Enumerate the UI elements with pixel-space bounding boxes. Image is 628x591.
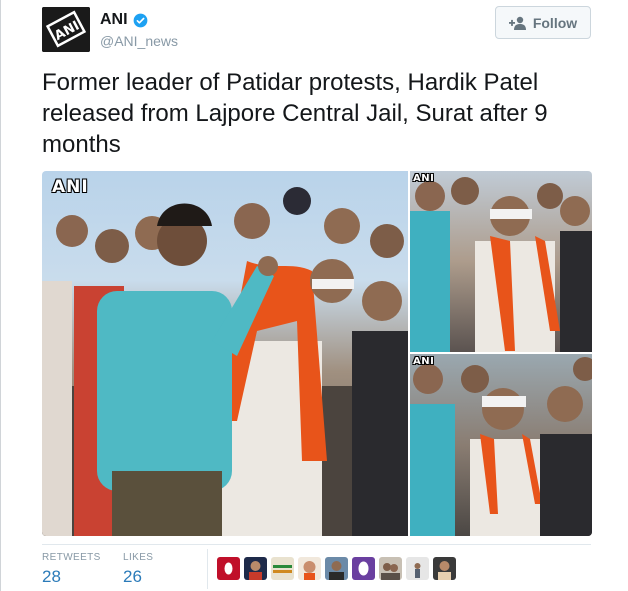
account-name-row[interactable]: ANI xyxy=(100,11,148,29)
liker-avatar-1[interactable] xyxy=(217,557,240,580)
ani-watermark: ANI xyxy=(52,177,89,197)
stats-divider xyxy=(42,544,591,545)
liker-avatar-5[interactable] xyxy=(325,557,348,580)
retweets-label: RETWEETS xyxy=(42,552,101,563)
stats-separator xyxy=(207,549,208,589)
retweets-count[interactable]: 28 xyxy=(42,567,101,587)
media-grid[interactable]: ANI ANI ANI xyxy=(42,171,592,536)
verified-badge-icon xyxy=(133,13,147,27)
liker-avatar-7[interactable] xyxy=(379,557,402,580)
side-photo-bottom-scene xyxy=(410,357,592,536)
side-photo-top-scene xyxy=(410,177,592,352)
liker-avatar-3[interactable] xyxy=(271,557,294,580)
main-photo[interactable]: ANI xyxy=(42,171,408,536)
likes-stat[interactable]: LIKES 26 xyxy=(123,552,153,587)
tweet-card: ANI ANI @ANI_news Follow Former leader o… xyxy=(0,0,628,591)
follow-button-label: Follow xyxy=(532,14,578,31)
side-photo-bottom[interactable]: ANI xyxy=(410,354,592,536)
account-handle[interactable]: @ANI_news xyxy=(100,33,178,49)
ani-logo-icon[interactable]: ANI xyxy=(42,7,90,52)
liker-avatar-4[interactable] xyxy=(298,557,321,580)
ani-watermark-bottom: ANI xyxy=(413,356,435,367)
likes-count[interactable]: 26 xyxy=(123,567,153,587)
liker-avatar-6[interactable] xyxy=(352,557,375,580)
likes-label: LIKES xyxy=(123,552,154,563)
liker-avatar-2[interactable] xyxy=(244,557,267,580)
liker-avatar-9[interactable] xyxy=(433,557,456,580)
follow-button[interactable]: Follow xyxy=(495,6,591,39)
account-name[interactable]: ANI xyxy=(100,11,128,29)
retweets-stat[interactable]: RETWEETS 28 xyxy=(42,552,101,587)
side-photo-top[interactable]: ANI xyxy=(410,171,592,352)
liker-avatars xyxy=(217,557,456,580)
liker-avatar-8[interactable] xyxy=(406,557,429,580)
tweet-text: Former leader of Patidar protests, Hardi… xyxy=(42,69,548,158)
main-photo-scene xyxy=(42,187,408,536)
add-user-icon xyxy=(508,16,526,30)
ani-watermark-top: ANI xyxy=(413,173,435,184)
